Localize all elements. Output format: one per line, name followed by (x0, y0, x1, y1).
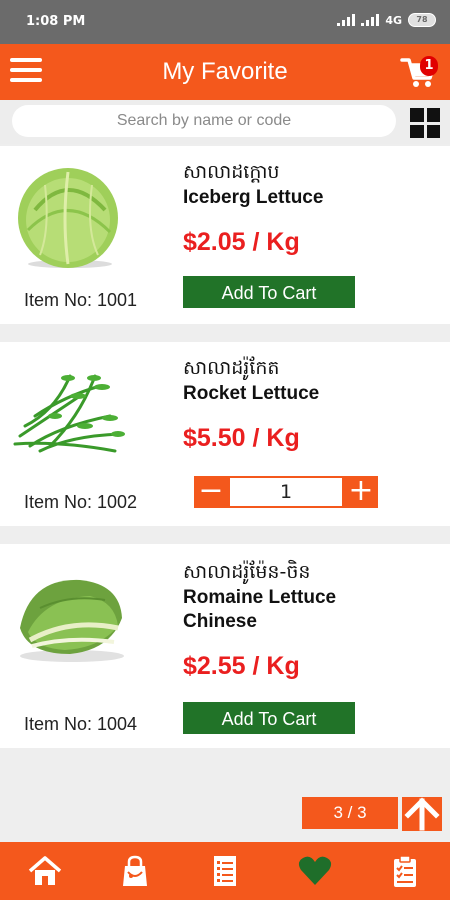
bottom-nav (0, 842, 450, 900)
signal-icon (337, 14, 356, 26)
product-name-line1: Romaine Lettuce (183, 587, 337, 608)
cart-icon[interactable]: 1 (400, 54, 438, 90)
product-khmer-name: សាលាដរ៉ូកែត (183, 357, 280, 379)
battery-icon: 78 (408, 13, 436, 27)
scroll-to-top-icon[interactable] (402, 797, 442, 831)
status-time: 1:08 PM (26, 14, 86, 29)
product-name: Iceberg Lettuce (183, 187, 324, 208)
status-indicators: 4G 78 (337, 13, 436, 27)
add-to-cart-button[interactable]: Add To Cart (183, 702, 355, 734)
status-bar: 1:08 PM 4G 78 (0, 0, 450, 44)
cart-count-badge: 1 (420, 56, 438, 76)
clipboard-check-icon[interactable] (387, 854, 423, 888)
network-type: 4G (385, 13, 402, 27)
page-indicator: 3 / 3 (302, 797, 398, 829)
add-to-cart-button[interactable]: Add To Cart (183, 276, 355, 308)
search-input[interactable]: Search by name or code (12, 105, 396, 137)
product-card[interactable]: សាលាដរ៉ូម៉ែន-ចិន Romaine Lettuce Chinese… (0, 544, 450, 748)
product-price: $2.55 / Kg (183, 652, 300, 680)
product-image-iceberg (10, 160, 130, 270)
product-khmer-name: សាលាដរ៉ូម៉ែន-ចិន (183, 561, 311, 583)
product-price: $5.50 / Kg (183, 424, 300, 452)
shopping-bag-icon[interactable] (117, 854, 153, 888)
product-price: $2.05 / Kg (183, 228, 300, 256)
search-row: Search by name or code (0, 100, 450, 144)
list-icon[interactable] (207, 854, 243, 888)
product-image-romaine (10, 558, 130, 668)
decrease-quantity-button[interactable]: − (194, 476, 228, 508)
product-name: Rocket Lettuce (183, 383, 320, 404)
battery-level: 78 (416, 15, 428, 24)
home-icon[interactable] (27, 854, 63, 888)
grid-view-icon[interactable] (410, 108, 440, 138)
app-bar: My Favorite 1 (0, 44, 450, 100)
product-card[interactable]: សាលាដរ៉ូកែត Rocket Lettuce $5.50 / Kg It… (0, 342, 450, 526)
signal-icon-2 (361, 14, 380, 26)
product-khmer-name: សាលាដក្ដោប (183, 161, 280, 183)
page-title: My Favorite (162, 58, 288, 85)
product-name-line2: Chinese (183, 611, 257, 632)
quantity-value[interactable]: 1 (230, 478, 342, 506)
product-item-number: Item No: 1002 (24, 492, 138, 512)
product-item-number: Item No: 1004 (24, 714, 138, 734)
product-item-number: Item No: 1001 (24, 290, 138, 310)
product-card[interactable]: សាលាដក្ដោប Iceberg Lettuce $2.05 / Kg It… (0, 146, 450, 324)
heart-icon[interactable] (297, 854, 333, 888)
increase-quantity-button[interactable]: + (344, 476, 378, 508)
quantity-stepper: − 1 + (194, 476, 378, 508)
product-image-rocket (10, 356, 130, 466)
